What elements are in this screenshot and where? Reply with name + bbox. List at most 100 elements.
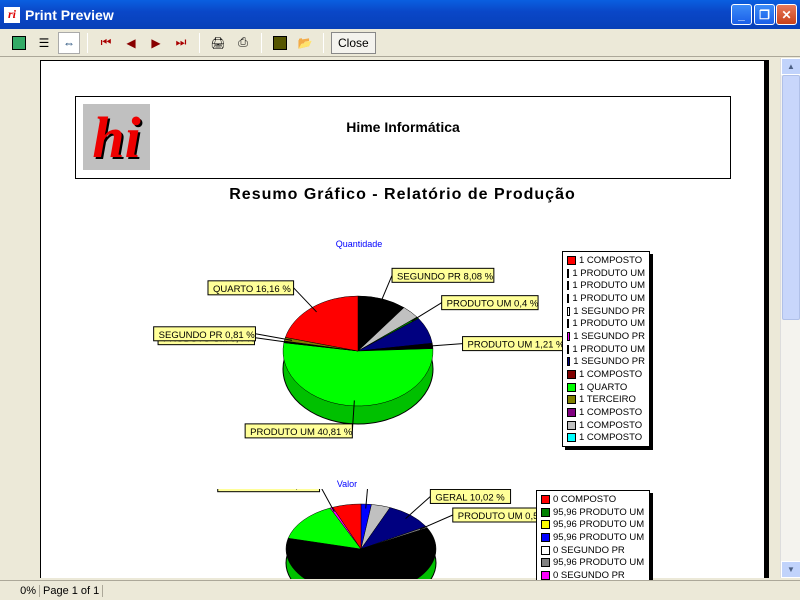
vertical-scrollbar[interactable]: ▲ ▼ <box>780 58 800 578</box>
legend-label: 95,96 PRODUTO UM <box>553 531 645 543</box>
legend-label: 1 PRODUTO UM <box>572 343 645 355</box>
page-indicator: Page 1 of 1 <box>40 584 104 597</box>
legend-swatch <box>567 293 570 303</box>
legend-swatch <box>567 255 576 265</box>
legend-label: 1 PRODUTO UM <box>572 267 645 279</box>
report-title: Resumo Gráfico - Relatório de Produção <box>229 186 576 203</box>
legend-label: 1 SEGUNDO PR <box>573 330 645 342</box>
legend-item: 1 PRODUTO UM <box>567 292 645 305</box>
legend-item: 1 SEGUNDO PR <box>567 330 645 343</box>
legend-swatch <box>567 370 576 380</box>
toolbar: ☰ ⇔ ⏮ ◀ ▶ ⏭ 🖨 ⎙ 📂 Close <box>0 29 800 57</box>
maximize-button[interactable]: ❐ <box>754 4 775 25</box>
legend-swatch <box>567 281 570 291</box>
page-width-icon: ⇔ <box>63 35 75 50</box>
legend-swatch <box>567 357 571 367</box>
company-name: Hime Informática <box>346 119 460 135</box>
print-icon: ⎙ <box>238 35 248 49</box>
print-button[interactable]: ⎙ <box>232 32 254 54</box>
legend-item: 1 COMPOSTO <box>567 432 645 445</box>
previous-page-button[interactable]: ◀ <box>120 32 142 54</box>
report-header: hi Hime Informática <box>75 96 731 179</box>
legend-label: 1 COMPOSTO <box>579 369 643 381</box>
legend-item: 95,96 PRODUTO UM <box>541 518 645 531</box>
legend-item: 0 SEGUNDO PR <box>541 544 645 557</box>
legend-label: 1 PRODUTO UM <box>572 292 645 304</box>
multi-page-button[interactable]: ☰ <box>33 32 55 54</box>
close-button[interactable]: Close <box>331 31 376 54</box>
legend-label: 1 QUARTO <box>579 381 628 393</box>
window-title: Print Preview <box>25 6 114 23</box>
separator <box>199 32 200 53</box>
close-window-button[interactable]: ✕ <box>776 4 797 25</box>
legend-label: 95,96 PRODUTO UM <box>553 519 645 531</box>
report-page: hi Hime Informática Resumo Gráfico - Rel… <box>40 60 765 585</box>
open-button[interactable]: 📂 <box>294 32 316 54</box>
legend-item: 95,96 PRODUTO UM <box>541 506 645 519</box>
legend-item: 1 COMPOSTO <box>567 368 645 381</box>
printer-setup-icon: 🖨 <box>210 35 226 50</box>
scroll-down-button[interactable]: ▼ <box>781 561 800 578</box>
legend-swatch <box>541 558 550 568</box>
legend-item: 1 COMPOSTO <box>567 419 645 432</box>
legend-item: 1 PRODUTO UM <box>567 317 645 330</box>
legend-swatch <box>567 408 576 418</box>
legend-item: 1 COMPOSTO <box>567 254 645 267</box>
single-page-button[interactable] <box>8 32 30 54</box>
legend-item: 1 PRODUTO UM <box>567 279 645 292</box>
next-page-button[interactable]: ▶ <box>145 32 167 54</box>
previous-page-icon: ◀ <box>126 35 136 50</box>
title-bar: ri Print Preview _ ❐ ✕ <box>0 0 800 29</box>
legend-swatch <box>567 306 571 316</box>
save-icon <box>273 35 287 50</box>
open-icon: 📂 <box>297 35 313 50</box>
legend-swatch <box>541 520 550 530</box>
preview-area: hi Hime Informática Resumo Gráfico - Rel… <box>0 58 780 585</box>
chart-title: Valor <box>336 479 358 489</box>
separator <box>87 32 88 53</box>
label-leader <box>419 514 453 530</box>
slice-label: SEGUNDO PR 8,08 % <box>397 271 494 282</box>
legend-swatch <box>541 570 550 580</box>
page-width-button[interactable]: ⇔ <box>58 31 80 54</box>
separator <box>323 32 324 53</box>
chart-legend: 1 COMPOSTO 1 PRODUTO UM 1 PRODUTO UM 1 PROD… <box>562 251 650 448</box>
chart-title: Quantidade <box>335 239 383 249</box>
legend-label: 1 SEGUNDO PR <box>573 356 645 368</box>
save-button[interactable] <box>269 32 291 54</box>
legend-label: 95,96 PRODUTO UM <box>553 506 645 518</box>
legend-swatch <box>541 507 550 517</box>
separator <box>261 32 262 53</box>
legend-label: 1 SEGUNDO PR <box>573 305 645 317</box>
legend-label: 1 COMPOSTO <box>579 254 643 266</box>
legend-item: 95,96 PRODUTO UM <box>541 531 645 544</box>
label-leader <box>411 302 442 322</box>
legend-item: 1 PRODUTO UM <box>567 267 645 280</box>
legend-label: 1 COMPOSTO <box>579 432 643 444</box>
legend-swatch <box>567 331 571 341</box>
legend-item: 1 SEGUNDO PR <box>567 305 645 318</box>
first-page-button[interactable]: ⏮ <box>95 32 117 54</box>
legend-label: 1 COMPOSTO <box>579 407 643 419</box>
legend-swatch <box>567 395 576 405</box>
label-leader <box>405 496 431 519</box>
chart-legend: 0 COMPOSTO 95,96 PRODUTO UM 95,96 PRODUTO … <box>536 490 650 585</box>
legend-swatch <box>541 494 550 504</box>
label-leader <box>321 489 335 513</box>
legend-label: 1 TERCEIRO <box>579 394 636 406</box>
last-page-icon: ⏭ <box>175 35 187 49</box>
legend-item: 1 COMPOSTO <box>567 406 645 419</box>
single-page-icon <box>12 35 26 50</box>
scroll-thumb[interactable] <box>782 75 800 320</box>
legend-label: 1 PRODUTO UM <box>572 318 645 330</box>
last-page-button[interactable]: ⏭ <box>170 32 192 54</box>
slice-label: PRODUTO UM 40,81 % <box>250 427 353 438</box>
scroll-up-button[interactable]: ▲ <box>781 58 800 75</box>
app-logo-icon: ri <box>4 6 20 23</box>
legend-swatch <box>567 382 576 392</box>
printer-setup-button[interactable]: 🖨 <box>207 32 229 54</box>
legend-label: 95,96 PRODUTO UM <box>553 557 645 569</box>
minimize-button[interactable]: _ <box>731 4 752 25</box>
pie-chart-valor: COMPOSTO 2,17 %GERAL 10,02 %PRODUTO UM 0… <box>217 489 555 579</box>
legend-swatch <box>567 420 576 430</box>
